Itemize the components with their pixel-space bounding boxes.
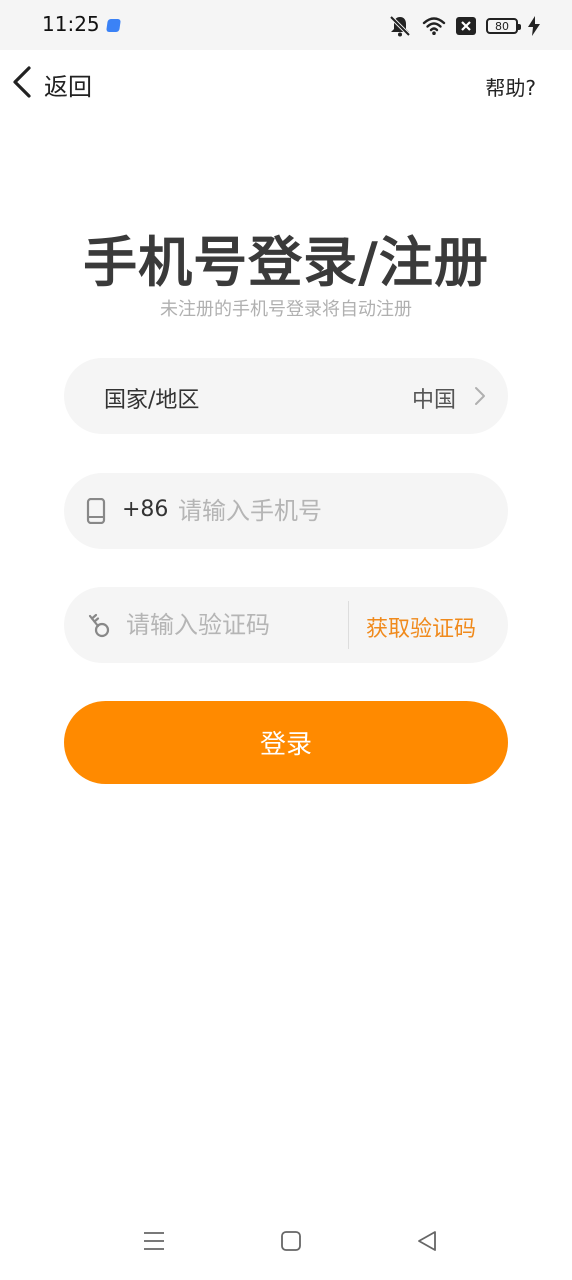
status-icons: 80 xyxy=(388,14,540,38)
login-button[interactable]: 登录 xyxy=(64,701,508,784)
back-label: 返回 xyxy=(44,72,92,101)
system-nav-bar xyxy=(0,1222,572,1268)
bell-off-icon xyxy=(388,15,412,37)
status-bar: 11:25 80 xyxy=(0,0,572,50)
country-region-selector[interactable]: 国家/地区 中国 xyxy=(64,358,508,434)
phone-field: +86 xyxy=(64,473,508,549)
square-icon[interactable] xyxy=(280,1230,302,1256)
page-title: 手机号登录/注册 xyxy=(83,231,489,294)
triangle-back-icon[interactable] xyxy=(416,1230,438,1256)
menu-icon[interactable] xyxy=(143,1230,165,1256)
page-subtitle: 未注册的手机号登录将自动注册 xyxy=(160,299,412,320)
sim-off-icon xyxy=(456,17,476,35)
phone-icon xyxy=(86,497,106,528)
top-bar: 返回 帮助? xyxy=(0,50,572,120)
country-region-label: 国家/地区 xyxy=(104,388,200,413)
battery-level: 80 xyxy=(495,19,509,33)
back-button[interactable]: 返回 xyxy=(10,64,92,104)
bolt-icon xyxy=(528,16,540,36)
verification-code-input[interactable] xyxy=(126,607,336,643)
chevron-right-icon xyxy=(474,386,486,410)
wifi-icon xyxy=(422,16,446,36)
key-icon xyxy=(86,611,112,643)
get-code-button[interactable]: 获取验证码 xyxy=(366,611,476,643)
phone-input[interactable] xyxy=(178,493,478,529)
country-code: +86 xyxy=(122,497,169,522)
verification-code-field: 获取验证码 xyxy=(64,587,508,663)
status-time: 11:25 xyxy=(42,12,100,36)
country-region-value: 中国 xyxy=(411,388,456,413)
help-link[interactable]: 帮助? xyxy=(485,72,536,101)
chevron-left-icon xyxy=(10,65,36,103)
battery-icon: 80 xyxy=(486,18,521,34)
divider xyxy=(348,601,349,649)
app-notification-icon xyxy=(106,19,121,32)
